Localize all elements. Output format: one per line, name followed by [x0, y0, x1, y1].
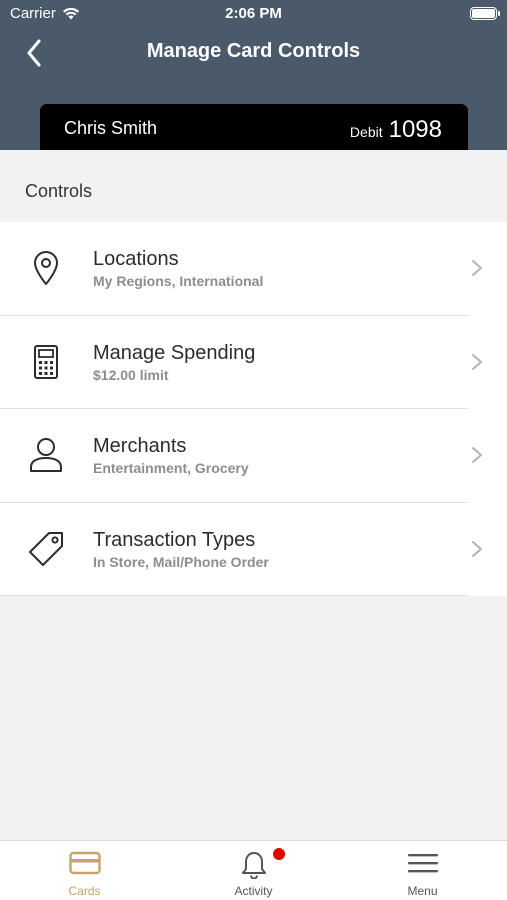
- status-time: 2:06 PM: [225, 5, 282, 22]
- control-item-manage-spending[interactable]: Manage Spending $12.00 limit: [0, 316, 507, 409]
- chevron-right-icon: [472, 447, 482, 463]
- tab-label: Menu: [407, 884, 438, 898]
- control-subtitle: In Store, Mail/Phone Order: [93, 553, 269, 570]
- chevron-right-icon: [472, 540, 482, 557]
- hamburger-icon: [338, 851, 507, 879]
- card-info: Debit 1098: [350, 116, 442, 144]
- controls-list: Locations My Regions, International Mana: [0, 222, 507, 596]
- card-type: Debit: [349, 124, 383, 140]
- page-title: Manage Card Controls: [146, 40, 361, 62]
- notification-badge: [273, 848, 285, 860]
- control-title: Manage Spending: [93, 341, 256, 364]
- control-subtitle: Entertainment, Grocery: [93, 460, 249, 476]
- control-subtitle: $12.00 limit: [93, 366, 169, 383]
- control-title: Merchants: [93, 435, 187, 457]
- bell-icon: [169, 851, 338, 879]
- chevron-right-icon: [472, 260, 482, 276]
- control-title: Locations: [93, 248, 179, 270]
- tab-activity[interactable]: Activity: [169, 841, 338, 900]
- card-summary[interactable]: Chris Smith Debit 1098: [40, 104, 468, 150]
- chevron-right-icon: [472, 353, 482, 370]
- header: Carrier 2:06 PM Manage Card Controls Chr…: [0, 0, 507, 150]
- tab-menu[interactable]: Menu: [338, 841, 507, 900]
- control-item-locations[interactable]: Locations My Regions, International: [0, 222, 507, 316]
- tab-label: Activity: [234, 884, 273, 898]
- control-item-merchants[interactable]: Merchants Entertainment, Grocery: [0, 409, 507, 503]
- location-pin-icon: [26, 248, 66, 288]
- tab-cards[interactable]: Cards: [0, 841, 169, 900]
- status-bar: Carrier 2:06 PM: [0, 0, 507, 28]
- card-icon: [0, 851, 169, 879]
- control-item-transaction-types[interactable]: Transaction Types In Store, Mail/Phone O…: [0, 503, 507, 596]
- card-last4: 1098: [388, 116, 442, 143]
- section-header: Controls: [0, 150, 507, 222]
- tab-label: Cards: [68, 884, 101, 898]
- section-title: Controls: [25, 181, 93, 201]
- battery-icon: [470, 7, 500, 20]
- tab-bar: Cards Activity Menu: [0, 840, 507, 900]
- control-subtitle: My Regions, International: [93, 273, 264, 289]
- cardholder-name: Chris Smith: [64, 118, 158, 138]
- tag-icon: [26, 529, 66, 569]
- person-icon: [26, 435, 66, 475]
- calculator-icon: [26, 342, 66, 382]
- control-title: Transaction Types: [93, 528, 256, 551]
